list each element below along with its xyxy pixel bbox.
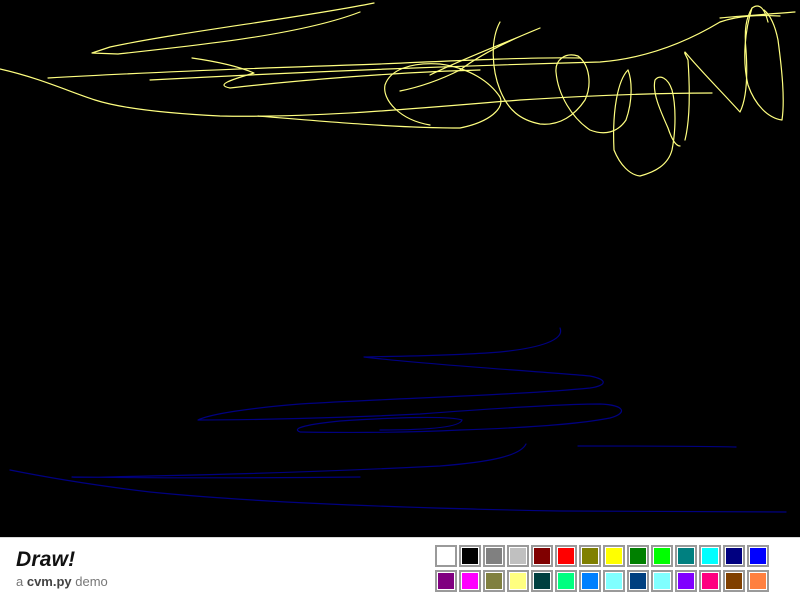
color-swatch-3[interactable]: [507, 545, 529, 567]
color-swatch-6[interactable]: [579, 545, 601, 567]
color-swatch-8[interactable]: [627, 545, 649, 567]
color-swatch-15[interactable]: [459, 570, 481, 592]
stroke-3: [191, 57, 481, 89]
color-swatch-7[interactable]: [603, 545, 625, 567]
color-swatch-9[interactable]: [651, 545, 673, 567]
color-swatch-22[interactable]: [627, 570, 649, 592]
color-swatch-1[interactable]: [459, 545, 481, 567]
color-swatch-fill: [582, 573, 598, 589]
color-swatch-fill: [558, 573, 574, 589]
color-swatch-fill: [582, 548, 598, 564]
color-swatch-25[interactable]: [699, 570, 721, 592]
color-swatch-14[interactable]: [435, 570, 457, 592]
color-swatch-24[interactable]: [675, 570, 697, 592]
color-swatch-fill: [750, 548, 766, 564]
color-swatch-27[interactable]: [747, 570, 769, 592]
subtitle-module-name: cvm.py: [26, 574, 72, 589]
color-swatch-4[interactable]: [531, 545, 553, 567]
color-swatch-fill: [678, 573, 694, 589]
color-swatch-fill: [726, 573, 742, 589]
color-swatch-17[interactable]: [507, 570, 529, 592]
color-swatch-fill: [606, 548, 622, 564]
drawing-surface[interactable]: [0, 0, 800, 537]
color-swatch-fill: [534, 573, 550, 589]
color-swatch-fill: [462, 548, 478, 564]
color-swatch-fill: [702, 548, 718, 564]
color-swatch-18[interactable]: [531, 570, 553, 592]
color-swatch-fill: [462, 573, 478, 589]
color-swatch-16[interactable]: [483, 570, 505, 592]
color-swatch-fill: [726, 548, 742, 564]
color-swatch-0[interactable]: [435, 545, 457, 567]
color-palette: [435, 545, 771, 592]
stroke-13: [577, 445, 737, 448]
color-swatch-26[interactable]: [723, 570, 745, 592]
subtitle-suffix: demo: [71, 574, 108, 589]
color-swatch-fill: [438, 573, 454, 589]
color-swatch-fill: [654, 573, 670, 589]
stroke-14: [71, 443, 527, 479]
color-swatch-2[interactable]: [483, 545, 505, 567]
color-swatch-fill: [510, 548, 526, 564]
color-swatch-fill: [678, 548, 694, 564]
color-swatch-fill: [630, 573, 646, 589]
draw-app: Draw! a cvm.py demo: [0, 0, 800, 600]
stroke-0: [91, 2, 375, 55]
stroke-11: [197, 327, 622, 431]
color-swatch-fill: [486, 573, 502, 589]
stroke-2: [47, 57, 581, 79]
stroke-5: [399, 27, 541, 92]
app-subtitle: a cvm.py demo: [16, 574, 108, 589]
color-swatch-12[interactable]: [723, 545, 745, 567]
color-swatch-19[interactable]: [555, 570, 577, 592]
color-swatch-fill: [630, 548, 646, 564]
subtitle-prefix: a: [16, 574, 27, 589]
color-swatch-11[interactable]: [699, 545, 721, 567]
color-swatch-fill: [510, 573, 526, 589]
color-swatch-10[interactable]: [675, 545, 697, 567]
color-swatch-13[interactable]: [747, 545, 769, 567]
toolbar: Draw! a cvm.py demo: [0, 537, 800, 600]
color-swatch-fill: [750, 573, 766, 589]
app-title: Draw!: [16, 548, 76, 571]
drawing-canvas[interactable]: [0, 0, 800, 537]
color-swatch-5[interactable]: [555, 545, 577, 567]
color-swatch-fill: [558, 548, 574, 564]
color-swatch-20[interactable]: [579, 570, 601, 592]
color-swatch-23[interactable]: [651, 570, 673, 592]
color-swatch-fill: [654, 548, 670, 564]
color-swatch-fill: [702, 573, 718, 589]
color-swatch-21[interactable]: [603, 570, 625, 592]
color-swatch-fill: [606, 573, 622, 589]
stroke-12: [297, 416, 463, 433]
color-swatch-fill: [486, 548, 502, 564]
color-swatch-fill: [438, 548, 454, 564]
color-swatch-fill: [534, 548, 550, 564]
stroke-8: [684, 5, 769, 141]
